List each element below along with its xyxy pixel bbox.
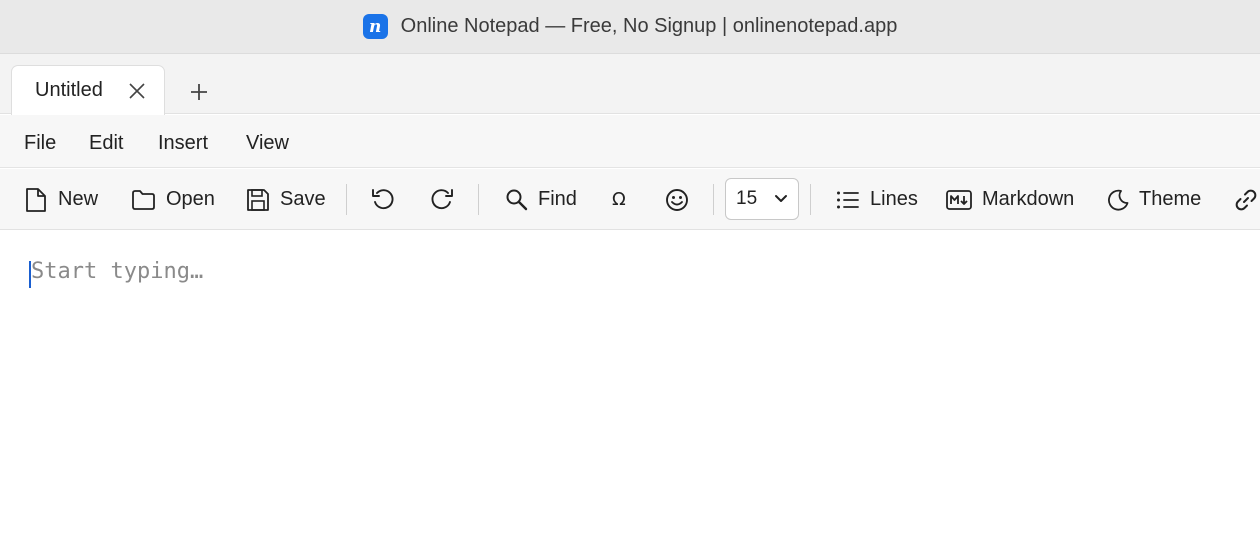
toolbar: New Open Save Find Ω 15 Lines Markdown T (0, 169, 1260, 230)
list-lines-icon (837, 191, 859, 208)
folder-icon (132, 189, 155, 210)
open-button[interactable]: Open (131, 169, 215, 229)
redo-icon (431, 188, 453, 209)
lines-label: Lines (870, 188, 918, 210)
toolbar-separator (346, 184, 347, 215)
markdown-label: Markdown (982, 188, 1075, 210)
find-button[interactable]: Find (505, 169, 577, 229)
search-icon (506, 189, 528, 211)
save-button[interactable]: Save (246, 169, 326, 229)
menu-file[interactable]: File (24, 132, 56, 155)
special-character-button[interactable]: Ω (612, 169, 626, 229)
markdown-icon (946, 189, 972, 210)
share-link-button[interactable] (1234, 169, 1258, 229)
window-title: Online Notepad — Free, No Signup | onlin… (400, 15, 898, 37)
save-label: Save (280, 188, 326, 210)
new-label: New (58, 188, 99, 210)
menu-view[interactable]: View (246, 132, 289, 155)
redo-button[interactable] (430, 169, 454, 229)
editor-placeholder: Start typing… (31, 259, 204, 284)
text-editor[interactable]: Start typing… (0, 231, 1260, 540)
moon-icon (1108, 189, 1129, 211)
font-size-select[interactable]: 15 (725, 178, 799, 220)
new-file-icon (26, 187, 46, 212)
tab-untitled[interactable]: Untitled (11, 65, 165, 115)
save-disk-icon (247, 188, 269, 211)
undo-icon (372, 188, 394, 209)
font-size-value: 15 (736, 188, 758, 209)
app-logo-icon: n (362, 14, 388, 39)
theme-button[interactable]: Theme (1107, 169, 1202, 229)
tab-label: Untitled (35, 79, 103, 101)
toolbar-separator (478, 184, 479, 215)
omega-icon: Ω (612, 189, 626, 210)
find-label: Find (538, 188, 577, 210)
new-button[interactable]: New (24, 169, 99, 229)
window-title-bar: n Online Notepad — Free, No Signup | onl… (0, 0, 1260, 54)
app-logo-letter: n (368, 16, 382, 37)
menu-edit[interactable]: Edit (89, 132, 123, 155)
toolbar-separator (810, 184, 811, 215)
emoji-button[interactable] (665, 169, 689, 229)
menu-insert[interactable]: Insert (158, 132, 208, 155)
tab-strip: Untitled (0, 54, 1260, 115)
chevron-down-icon (775, 195, 787, 202)
markdown-button[interactable]: Markdown (946, 169, 1075, 229)
undo-button[interactable] (371, 169, 395, 229)
menu-bar: File Edit Insert View (0, 115, 1260, 168)
new-tab-plus-icon[interactable] (188, 81, 210, 103)
toolbar-separator (713, 184, 714, 215)
close-tab-icon[interactable] (128, 82, 146, 100)
link-icon (1235, 189, 1257, 210)
theme-label: Theme (1139, 188, 1202, 210)
emoji-smiley-icon (666, 188, 688, 211)
lines-button[interactable]: Lines (836, 169, 918, 229)
open-label: Open (166, 188, 215, 210)
